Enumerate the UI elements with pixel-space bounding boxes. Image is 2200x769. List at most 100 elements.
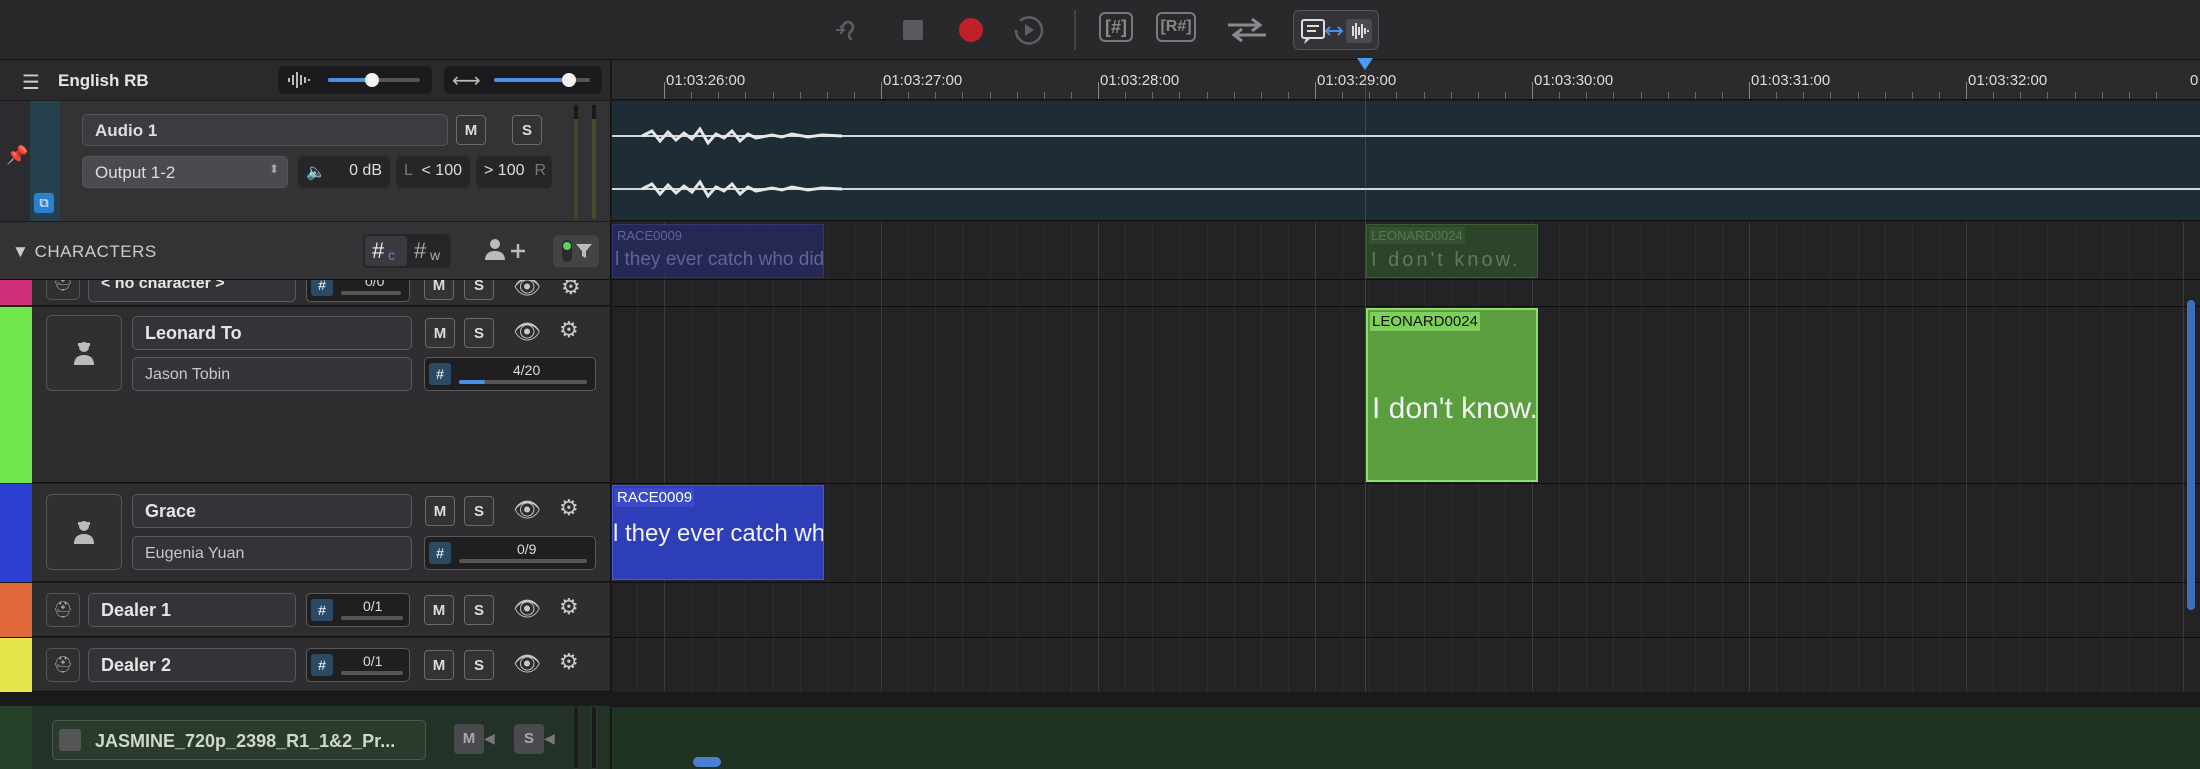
eye-icon[interactable]: 👁 (513, 596, 541, 622)
cue-clip-leonard0024[interactable]: LEONARD0024 I don't know. (1366, 308, 1538, 482)
character-mute-button[interactable]: M (424, 650, 454, 680)
character-solo-button[interactable]: S (464, 280, 494, 300)
ruler-major-tick (1098, 82, 1099, 99)
character-name-field[interactable]: Dealer 1 (88, 593, 296, 627)
gear-icon[interactable]: ⚙ (559, 317, 579, 343)
eye-icon[interactable]: 👁 (513, 280, 541, 300)
character-name-field[interactable]: Leonard To (132, 316, 412, 350)
ruler-minor-tick (1369, 92, 1371, 99)
character-solo-button[interactable]: S (464, 595, 494, 625)
filter-icon (576, 244, 592, 258)
character-mute-button[interactable]: M (425, 318, 455, 348)
ruler-minor-tick (1233, 92, 1235, 99)
character-name-field[interactable]: Dealer 2 (88, 648, 296, 682)
timeline-grid-line (826, 222, 828, 692)
audio-track-name[interactable]: Audio 1 (82, 114, 448, 146)
gear-icon[interactable]: ⚙ (561, 280, 581, 300)
gear-icon[interactable]: ⚙ (559, 594, 579, 620)
actor-name-field[interactable]: Eugenia Yuan (132, 536, 412, 570)
link-icon[interactable]: ⧉ (34, 193, 54, 213)
video-track-name-field[interactable]: JASMINE_720p_2398_R1_1&2_Pr... (52, 720, 426, 760)
video-track-lane[interactable] (612, 706, 2200, 769)
person-icon[interactable]: ⛑ (46, 280, 80, 300)
ghost-clip-leonard[interactable]: LEONARD0024 I don't know. (1366, 224, 1538, 278)
sync-subtitle-waveform-button[interactable] (1293, 10, 1379, 50)
person-icon[interactable] (46, 494, 122, 570)
zoom-slider[interactable]: ⟷ (444, 66, 602, 94)
video-mute-button[interactable]: M ◀ (454, 724, 496, 754)
character-row-grace: Grace Eugenia Yuan M S 👁 ⚙ # 0/9 (0, 484, 611, 582)
count-mode-words[interactable]: # w (409, 236, 449, 266)
audio-solo-button[interactable]: S (512, 115, 542, 145)
record-icon[interactable] (953, 12, 989, 48)
list-icon[interactable]: ☰ (22, 70, 40, 95)
video-track-color (0, 706, 32, 769)
pan-right-box[interactable]: > 100 R (476, 156, 552, 188)
gear-icon[interactable]: ⚙ (559, 649, 579, 675)
video-solo-label: S (514, 724, 544, 754)
eye-icon[interactable]: 👁 (513, 651, 541, 677)
listen-icon[interactable] (830, 12, 870, 48)
character-name-field[interactable]: < no character > (88, 280, 296, 302)
timeline-grid-line (1721, 222, 1723, 692)
character-name-field[interactable]: Grace (132, 494, 412, 528)
pin-icon[interactable]: 📌 (6, 145, 28, 166)
add-character-button[interactable] (481, 236, 529, 266)
play-loop-icon[interactable] (1008, 12, 1050, 48)
character-solo-button[interactable]: S (464, 496, 494, 526)
hash-icon: # (311, 599, 333, 621)
timeline-grid-line (1043, 222, 1045, 692)
eye-icon[interactable]: 👁 (513, 319, 541, 345)
count-mode-toggle[interactable]: # c # w (363, 234, 451, 268)
filter-toggle-button[interactable] (553, 235, 599, 267)
count-mode-characters[interactable]: # c (365, 236, 407, 266)
video-solo-button[interactable]: S ◀ (514, 724, 556, 754)
audio-mute-button[interactable]: M (456, 115, 486, 145)
pan-right-letter: R (534, 162, 546, 179)
characters-collapse-toggle[interactable]: ▼ CHARACTERS (12, 242, 157, 262)
character-mute-button[interactable]: M (424, 280, 454, 300)
timeline-grid-line (1342, 222, 1344, 692)
stop-icon[interactable] (895, 12, 931, 48)
eye-icon[interactable]: 👁 (513, 497, 541, 523)
progress-text: 0/1 (363, 598, 383, 614)
zoom-slider-knob[interactable] (561, 73, 576, 87)
character-mute-button[interactable]: M (424, 595, 454, 625)
character-progress: # 0/0 (306, 280, 410, 302)
video-thumbnail-icon (59, 729, 81, 751)
person-icon[interactable]: ⛑ (46, 648, 80, 682)
timeline-grid-line (1938, 222, 1940, 692)
cue-clip-race0009[interactable]: RACE0009 l they ever catch who did it? (612, 485, 824, 580)
swap-arrows-icon[interactable] (1222, 12, 1272, 48)
audio-gain-box[interactable]: 🔈 0 dB (298, 156, 390, 188)
ruler-minor-tick (1016, 92, 1018, 99)
audio-output-select[interactable]: Output 1-2 ⬍ (82, 156, 288, 188)
ruler-minor-tick (1667, 92, 1669, 99)
timeline-grid-line (1315, 222, 1316, 692)
character-row-no-character: ⛑ < no character > # 0/0 M S 👁 ⚙ (0, 280, 611, 306)
ruler-minor-tick (1450, 92, 1452, 99)
timeline-grid-line (1206, 222, 1208, 692)
character-solo-button[interactable]: S (464, 318, 494, 348)
person-icon[interactable]: ⛑ (46, 593, 80, 627)
gear-icon[interactable]: ⚙ (559, 495, 579, 521)
horizontal-resize-icon: ⟷ (452, 70, 481, 92)
ghost-clip-grace[interactable]: RACE0009 l they ever catch who did it? (612, 224, 824, 278)
ruler-timecode-label: 01:03:30:00 (1534, 72, 1614, 89)
person-icon[interactable] (46, 315, 122, 391)
volume-slider-knob[interactable] (365, 73, 380, 87)
character-mute-button[interactable]: M (425, 496, 455, 526)
timecode-ruler[interactable]: 01:03:26:00 01:03:27:00 01:03:28:00 01:03:2… (612, 60, 2200, 100)
playhead-marker[interactable] (1357, 58, 1373, 70)
character-timeline-lanes[interactable]: RACE0009 l they ever catch who did it? L… (612, 222, 2200, 692)
number-cues-button[interactable]: [#] (1099, 12, 1133, 42)
volume-slider[interactable] (278, 66, 432, 94)
renumber-cues-button[interactable]: [R#] (1156, 12, 1196, 42)
actor-name-field[interactable]: Jason Tobin (132, 357, 412, 391)
character-solo-button[interactable]: S (464, 650, 494, 680)
horizontal-scrollbar-thumb[interactable] (693, 757, 721, 767)
audio-waveform-lane[interactable] (612, 101, 2200, 221)
ruler-minor-tick (745, 92, 747, 99)
vertical-scrollbar[interactable] (2187, 300, 2195, 610)
pan-left-box[interactable]: L < 100 (396, 156, 470, 188)
